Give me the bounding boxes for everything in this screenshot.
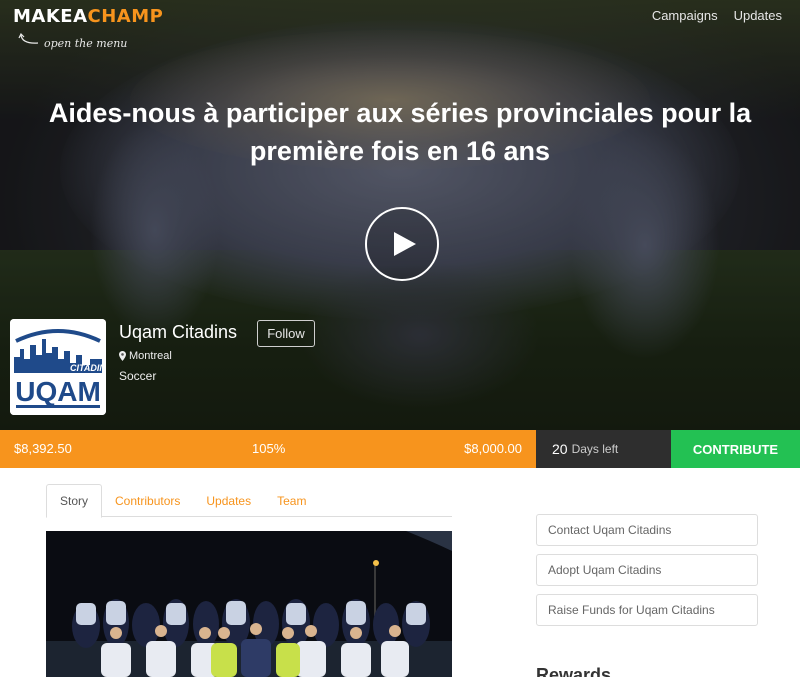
team-location-text: Montreal xyxy=(129,350,172,362)
team-name[interactable]: Uqam Citadins xyxy=(119,322,237,343)
curved-arrow-icon xyxy=(18,33,39,44)
team-sport: Soccer xyxy=(119,369,157,383)
top-navigation: Campaigns Updates xyxy=(652,8,782,23)
tab-contributors[interactable]: Contributors xyxy=(102,484,193,517)
play-icon xyxy=(393,232,416,256)
rewards-heading: Rewards xyxy=(536,665,612,677)
hero-banner: MAKEACHAMP open the menu Campaigns Updat… xyxy=(0,0,800,430)
team-logo-graphic: CITADINS UQAM xyxy=(10,319,106,415)
funding-percent: 105% xyxy=(252,441,286,456)
story-team-photo xyxy=(46,531,452,677)
campaign-title: Aides-nous à participer aux séries provi… xyxy=(48,98,752,166)
brand-logo[interactable]: MAKEACHAMP xyxy=(13,6,163,27)
tab-updates[interactable]: Updates xyxy=(193,484,264,517)
team-location: Montreal xyxy=(119,350,172,362)
campaign-tabs: Story Contributors Updates Team xyxy=(46,484,452,518)
days-left-label: Days left xyxy=(571,442,619,456)
play-video-button[interactable] xyxy=(365,207,439,281)
menu-hint[interactable]: open the menu xyxy=(18,33,127,50)
nav-updates[interactable]: Updates xyxy=(734,8,782,23)
amount-raised: $8,392.50 xyxy=(14,441,72,456)
contact-team-button[interactable]: Contact Uqam Citadins xyxy=(536,514,758,546)
tab-team[interactable]: Team xyxy=(264,484,319,517)
adopt-team-button[interactable]: Adopt Uqam Citadins xyxy=(536,554,758,586)
tab-story[interactable]: Story xyxy=(46,484,103,518)
funding-goal: $8,000.00 xyxy=(464,441,522,456)
follow-button[interactable]: Follow xyxy=(257,320,315,347)
nav-campaigns[interactable]: Campaigns xyxy=(652,8,718,23)
team-photo-graphic xyxy=(46,531,452,677)
svg-text:UQAM: UQAM xyxy=(15,376,101,407)
team-logo[interactable]: CITADINS UQAM xyxy=(10,319,106,415)
days-left: 20 Days left xyxy=(536,430,671,468)
contribute-button[interactable]: CONTRIBUTE xyxy=(671,430,800,468)
svg-text:CITADINS: CITADINS xyxy=(70,363,106,373)
map-pin-icon xyxy=(119,351,126,361)
funding-progress-bar: $8,392.50 105% $8,000.00 xyxy=(0,430,536,468)
raise-funds-button[interactable]: Raise Funds for Uqam Citadins xyxy=(536,594,758,626)
days-left-number: 20 xyxy=(552,441,568,457)
